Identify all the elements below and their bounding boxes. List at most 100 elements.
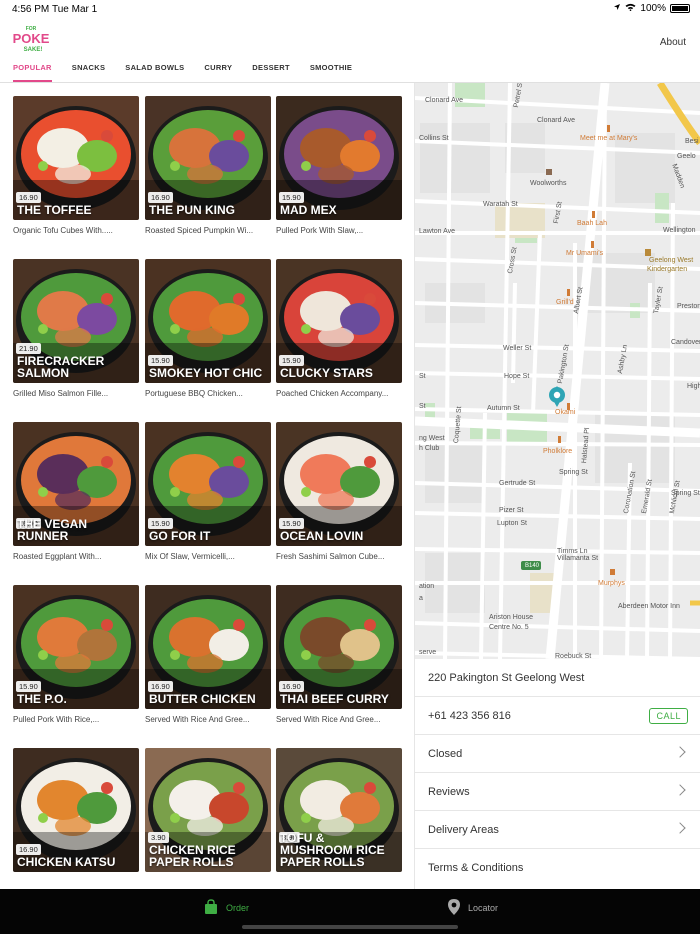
brand-logo[interactable]: FOR POKE SAKE! <box>12 22 50 56</box>
map-poi-label: Murphys <box>598 580 625 587</box>
menu-item-image: 3.90 CHICKEN RICE PAPER ROLLS <box>145 748 271 872</box>
tab-locator[interactable]: Locator <box>448 899 498 917</box>
menu-item-card[interactable]: 21.90 FIRECRACKER SALMON Grilled Miso Salm… <box>13 259 139 398</box>
delivery-areas-row[interactable]: Delivery Areas <box>415 811 700 849</box>
map-street-label: Waratah St <box>483 201 518 208</box>
map-street-label: Spring St <box>559 469 588 476</box>
menu-item-image: 16.90 BUTTER CHICKEN <box>145 585 271 709</box>
menu-item-card[interactable]: 15.90 SMOKEY HOT CHIC Portuguese BBQ Chick… <box>145 259 271 398</box>
menu-item-card[interactable]: 3.90 TOFU & MUSHROOM RICE PAPER ROLLS <box>276 748 402 872</box>
tab-smoothie[interactable]: SMOOTHIE <box>310 60 352 82</box>
map-street-label: Preston <box>677 303 700 310</box>
menu-item-description: Mix Of Slaw, Vermicelli,... <box>145 552 235 561</box>
location-arrow-icon <box>613 3 621 14</box>
map-street-label: Lawton Ave <box>419 228 456 235</box>
menu-item-name: BUTTER CHICKEN <box>149 692 256 706</box>
terms-label: Terms & Conditions <box>428 862 524 874</box>
home-indicator <box>242 925 458 929</box>
menu-item-description: Fresh Sashimi Salmon Cube... <box>276 552 385 561</box>
menu-item-image: 15.90 THE P.O. <box>13 585 139 709</box>
status-bar: 4:56 PM Tue Mar 1 100% <box>0 0 700 18</box>
menu-item-image: 15.90 OCEAN LOVIN <box>276 422 402 546</box>
map-street-label: High <box>687 383 700 390</box>
hours-row[interactable]: Closed <box>415 735 700 773</box>
menu-item-name: THE P.O. <box>17 692 67 706</box>
hours-status: Closed <box>428 747 463 760</box>
map-street-label: h Club <box>419 445 440 452</box>
map-street-label: Clonard Ave <box>425 97 464 104</box>
menu-item-card[interactable]: 15.90 GO FOR IT Mix Of Slaw, Vermicelli,..… <box>145 422 271 561</box>
bottom-tab-bar: Order Locator <box>0 889 700 934</box>
map-street-label: Gertrude St <box>499 480 536 487</box>
tab-dessert[interactable]: DESSERT <box>252 60 290 82</box>
menu-item-description: Pulled Pork With Rice,... <box>13 715 100 724</box>
chevron-right-icon <box>674 822 686 834</box>
menu-item-card[interactable]: 15.90 MAD MEX Pulled Pork With Slaw,... <box>276 96 402 235</box>
menu-item-description: Roasted Eggplant With... <box>13 552 102 561</box>
menu-item-name: CLUCKY STARS <box>280 366 373 380</box>
terms-row[interactable]: Terms & Conditions <box>415 849 700 887</box>
call-button[interactable]: CALL <box>649 708 688 724</box>
map-street-label: St <box>419 373 426 380</box>
chevron-right-icon <box>674 784 686 796</box>
status-date: Tue Mar 1 <box>52 4 98 15</box>
map-poi-label: Grill'd <box>556 299 574 306</box>
map-street-label: a <box>419 595 423 602</box>
menu-item-name: CHICKEN RICE PAPER ROLLS <box>149 843 236 869</box>
map-poi-label: Meet me at Mary's <box>580 135 638 142</box>
tab-curry[interactable]: CURRY <box>204 60 232 82</box>
map-street-label: Lupton St <box>497 520 527 527</box>
address-text: 220 Pakington St Geelong West <box>428 671 585 684</box>
menu-item-card[interactable]: 16.90 THE VEGAN RUNNER Roasted Eggplant Wi… <box>13 422 139 561</box>
menu-item-name: THE PUN KING <box>149 203 236 217</box>
menu-item-card[interactable]: 16.90 THE PUN KING Roasted Spiced Pumpkin … <box>145 96 271 235</box>
menu-item-image: 16.90 THE TOFFEE <box>13 96 139 220</box>
map-street-label: Hope St <box>504 373 530 380</box>
menu-item-card[interactable]: 16.90 THAI BEEF CURRY Served With Rice And… <box>276 585 402 724</box>
map-poi-label: Pholklore <box>543 448 573 455</box>
menu-item-image: 15.90 GO FOR IT <box>145 422 271 546</box>
menu-item-price: 21.90 <box>16 343 41 354</box>
menu-item-price: 16.90 <box>16 844 41 855</box>
map-street-label: St <box>419 403 426 410</box>
menu-item-card[interactable]: 15.90 OCEAN LOVIN Fresh Sashimi Salmon Cub… <box>276 422 402 561</box>
menu-item-price: 15.90 <box>148 355 173 366</box>
menu-item-description: Served With Rice And Gree... <box>145 715 250 724</box>
menu-item-description: Served With Rice And Gree... <box>276 715 381 724</box>
map-poi-label: Mr Umami's <box>566 250 604 257</box>
battery-percent: 100% <box>640 3 666 14</box>
menu-item-price: 16.90 <box>279 681 304 692</box>
menu-item-card[interactable]: 15.90 CLUCKY STARS Poached Chicken Accompa… <box>276 259 402 398</box>
menu-item-name: THAI BEEF CURRY <box>280 692 389 706</box>
menu-item-card[interactable]: 3.90 CHICKEN RICE PAPER ROLLS <box>145 748 271 872</box>
map-street-label: Clonard Ave <box>537 117 576 124</box>
menu-item-name: MAD MEX <box>280 203 337 217</box>
menu-item-description: Portuguese BBQ Chicken... <box>145 389 243 398</box>
menu-item-image: 21.90 FIRECRACKER SALMON <box>13 259 139 383</box>
tab-popular[interactable]: POPULAR <box>13 60 52 82</box>
location-pin-icon <box>448 899 460 917</box>
menu-item-card[interactable]: 16.90 CHICKEN KATSU <box>13 748 139 872</box>
app-root: 4:56 PM Tue Mar 1 100% FOR POKE SAKE! Ab… <box>0 0 700 934</box>
tab-order[interactable]: Order <box>204 899 249 917</box>
menu-item-name: CHICKEN KATSU <box>17 855 116 869</box>
menu-item-card[interactable]: 15.90 THE P.O. Pulled Pork With Rice,... <box>13 585 139 724</box>
map-canvas <box>415 83 700 659</box>
tab-salad-bowls[interactable]: SALAD BOWLS <box>125 60 184 82</box>
about-link[interactable]: About <box>660 37 686 48</box>
tab-snacks[interactable]: SNACKS <box>72 60 105 82</box>
chevron-right-icon <box>674 746 686 758</box>
menu-item-card[interactable]: 16.90 BUTTER CHICKEN Served With Rice And … <box>145 585 271 724</box>
menu-item-price: 3.90 <box>148 832 169 843</box>
menu-item-card[interactable]: 16.90 THE TOFFEE Organic Tofu Cubes With..… <box>13 96 139 235</box>
menu-item-description: Poached Chicken Accompany... <box>276 389 389 398</box>
map-poi-label: Okami <box>555 409 576 416</box>
reviews-row[interactable]: Reviews <box>415 773 700 811</box>
map-street-label: Weller St <box>503 345 532 352</box>
phone-row[interactable]: +61 423 356 816 CALL <box>415 697 700 735</box>
menu-item-price: 15.90 <box>279 192 304 203</box>
address-row[interactable]: 220 Pakington St Geelong West <box>415 659 700 697</box>
category-tabs: POPULAR SNACKS SALAD BOWLS CURRY DESSERT SMOO… <box>0 60 372 82</box>
map-poi-label: B140 <box>525 563 540 569</box>
location-map[interactable]: Clonard Ave Clonard Ave Collins St Waratah … <box>415 83 700 659</box>
